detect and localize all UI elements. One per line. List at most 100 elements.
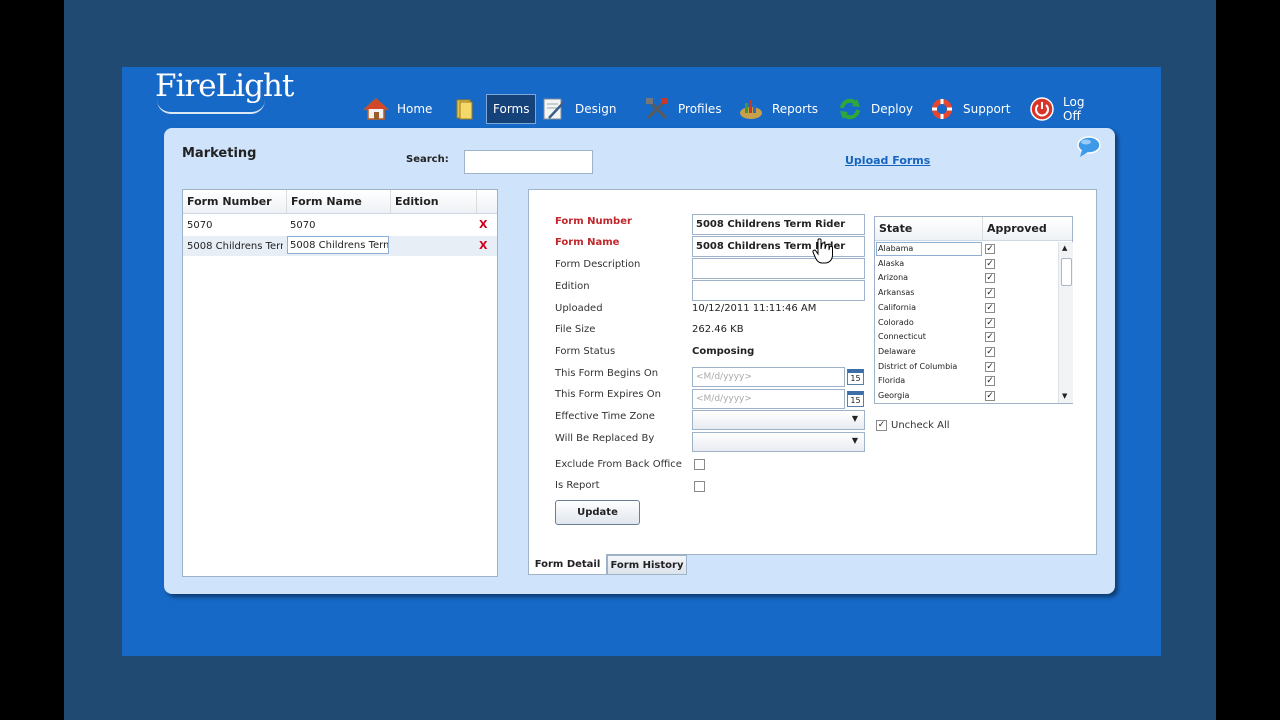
table-row[interactable]: 5008 Childrens Term 5008 Childrens Term … bbox=[183, 236, 497, 256]
state-row-georgia[interactable]: Georgia ✓ bbox=[875, 389, 1058, 404]
form-number-label: Form Number bbox=[555, 216, 632, 227]
row-form-name: 5070 bbox=[290, 220, 316, 231]
row-form-name-editor[interactable]: 5008 Childrens Term bbox=[287, 236, 389, 254]
col-edition[interactable]: Edition bbox=[391, 190, 477, 214]
nav-design[interactable]: Design bbox=[541, 92, 616, 126]
table-row[interactable]: 5070 5070 X bbox=[183, 215, 497, 235]
nav-support[interactable]: Support bbox=[929, 92, 1010, 126]
form-name-input[interactable]: 5008 Childrens Term Rider bbox=[692, 236, 865, 257]
form-name-label: Form Name bbox=[555, 237, 620, 248]
chevron-down-icon: ▼ bbox=[851, 414, 858, 423]
nav-home[interactable]: Home bbox=[363, 92, 432, 126]
row-form-number: 5070 bbox=[187, 220, 213, 231]
state-row-alabama[interactable]: Alabama ✓ bbox=[875, 242, 1058, 257]
begins-on-label: This Form Begins On bbox=[555, 368, 659, 379]
uploaded-value: 10/12/2011 11:11:46 AM bbox=[692, 303, 817, 314]
deploy-icon bbox=[837, 96, 863, 122]
form-status-value: Composing bbox=[692, 346, 755, 357]
nav-logoff[interactable]: Log Off bbox=[1029, 92, 1084, 126]
tab-form-history[interactable]: Form History bbox=[607, 555, 687, 575]
col-approved[interactable]: Approved bbox=[983, 217, 1072, 241]
search-label: Search: bbox=[406, 154, 449, 165]
expires-on-date-input[interactable]: <M/d/yyyy> bbox=[692, 389, 845, 409]
approved-checkbox[interactable]: ✓ bbox=[985, 288, 995, 299]
scroll-down-icon[interactable]: ▼ bbox=[1062, 392, 1067, 400]
state-row-delaware[interactable]: Delaware ✓ bbox=[875, 345, 1058, 360]
approved-checkbox[interactable]: ✓ bbox=[985, 391, 995, 401]
forms-grid: Form Number Form Name Edition 5070 5070 … bbox=[182, 189, 498, 577]
delete-row-button[interactable]: X bbox=[479, 218, 487, 231]
approved-checkbox[interactable]: ✓ bbox=[985, 244, 995, 254]
state-row-california[interactable]: California ✓ bbox=[875, 301, 1058, 316]
state-row-colorado[interactable]: Colorado ✓ bbox=[875, 316, 1058, 331]
scrollbar-thumb[interactable] bbox=[1061, 258, 1072, 286]
edition-input[interactable] bbox=[692, 280, 865, 301]
chevron-down-icon: ▼ bbox=[851, 436, 858, 445]
nav-profiles[interactable]: Profiles bbox=[644, 92, 722, 126]
firelight-logo: FireLight bbox=[155, 68, 294, 118]
form-description-label: Form Description bbox=[555, 259, 641, 270]
nav-reports[interactable]: Reports bbox=[738, 92, 818, 126]
states-list: Alabama ✓ Alaska ✓ Arizona ✓ Arkansas ✓ … bbox=[875, 242, 1058, 404]
power-icon bbox=[1029, 96, 1055, 122]
file-size-label: File Size bbox=[555, 324, 596, 335]
begins-on-date-input[interactable]: <M/d/yyyy> bbox=[692, 367, 845, 387]
state-row-district-of-columbia[interactable]: District of Columbia ✓ bbox=[875, 360, 1058, 375]
search-input[interactable] bbox=[464, 150, 593, 174]
calendar-icon[interactable]: 15 bbox=[847, 391, 864, 407]
approved-checkbox[interactable]: ✓ bbox=[985, 273, 995, 284]
form-number-input[interactable]: 5008 Childrens Term Rider bbox=[692, 214, 865, 235]
row-form-number: 5008 Childrens Term bbox=[187, 241, 283, 252]
scroll-up-icon[interactable]: ▲ bbox=[1062, 244, 1067, 252]
expires-on-label: This Form Expires On bbox=[555, 389, 661, 400]
home-icon bbox=[363, 96, 389, 122]
page-title: Marketing bbox=[182, 146, 257, 161]
uploaded-label: Uploaded bbox=[555, 303, 603, 314]
reports-icon bbox=[738, 96, 764, 122]
forms-icon bbox=[452, 96, 478, 122]
approved-checkbox[interactable]: ✓ bbox=[985, 376, 995, 387]
speech-bubble-icon[interactable] bbox=[1076, 134, 1102, 160]
file-size-value: 262.46 KB bbox=[692, 324, 744, 335]
col-form-name[interactable]: Form Name bbox=[287, 190, 391, 214]
approved-checkbox[interactable]: ✓ bbox=[985, 346, 995, 357]
uncheck-all-label: Uncheck All bbox=[891, 420, 950, 431]
exclude-back-office-label: Exclude From Back Office bbox=[555, 459, 682, 470]
support-icon bbox=[929, 96, 955, 122]
uncheck-all-checkbox[interactable]: ✓ bbox=[876, 420, 887, 431]
hand-cursor-icon bbox=[812, 238, 834, 264]
exclude-back-office-checkbox[interactable] bbox=[694, 459, 705, 470]
approved-checkbox[interactable]: ✓ bbox=[985, 302, 995, 313]
approved-checkbox[interactable]: ✓ bbox=[985, 317, 995, 328]
state-row-connecticut[interactable]: Connecticut ✓ bbox=[875, 330, 1058, 345]
upload-forms-link[interactable]: Upload Forms bbox=[845, 154, 930, 167]
approved-checkbox[interactable]: ✓ bbox=[985, 332, 995, 343]
col-state[interactable]: State bbox=[875, 217, 983, 241]
approved-checkbox[interactable]: ✓ bbox=[985, 258, 995, 269]
state-row-arizona[interactable]: Arizona ✓ bbox=[875, 271, 1058, 286]
nav-forms[interactable]: Forms bbox=[452, 92, 537, 126]
approved-checkbox[interactable]: ✓ bbox=[985, 361, 995, 372]
replaced-by-label: Will Be Replaced By bbox=[555, 433, 655, 444]
states-grid: State Approved Alabama ✓ Alaska ✓ Arizon… bbox=[874, 216, 1073, 404]
logo-text: FireLight bbox=[155, 68, 294, 104]
state-row-alaska[interactable]: Alaska ✓ bbox=[875, 257, 1058, 272]
update-button[interactable]: Update bbox=[555, 500, 640, 525]
nav-deploy[interactable]: Deploy bbox=[837, 92, 913, 126]
states-scrollbar[interactable]: ▲ ▼ bbox=[1058, 242, 1073, 403]
state-row-arkansas[interactable]: Arkansas ✓ bbox=[875, 286, 1058, 301]
replaced-by-select[interactable]: ▼ bbox=[692, 432, 865, 452]
time-zone-select[interactable]: ▼ bbox=[692, 410, 865, 430]
col-blank bbox=[477, 190, 497, 214]
edition-label: Edition bbox=[555, 281, 590, 292]
delete-row-button[interactable]: X bbox=[479, 239, 487, 252]
is-report-checkbox[interactable] bbox=[694, 481, 705, 492]
form-description-input[interactable] bbox=[692, 258, 865, 279]
design-icon bbox=[541, 96, 567, 122]
tab-form-detail[interactable]: Form Detail bbox=[528, 554, 607, 575]
state-row-florida[interactable]: Florida ✓ bbox=[875, 374, 1058, 389]
calendar-icon[interactable]: 15 bbox=[847, 369, 864, 385]
col-form-number[interactable]: Form Number bbox=[183, 190, 287, 214]
logo-swoosh bbox=[157, 100, 265, 114]
profiles-icon bbox=[644, 96, 670, 122]
